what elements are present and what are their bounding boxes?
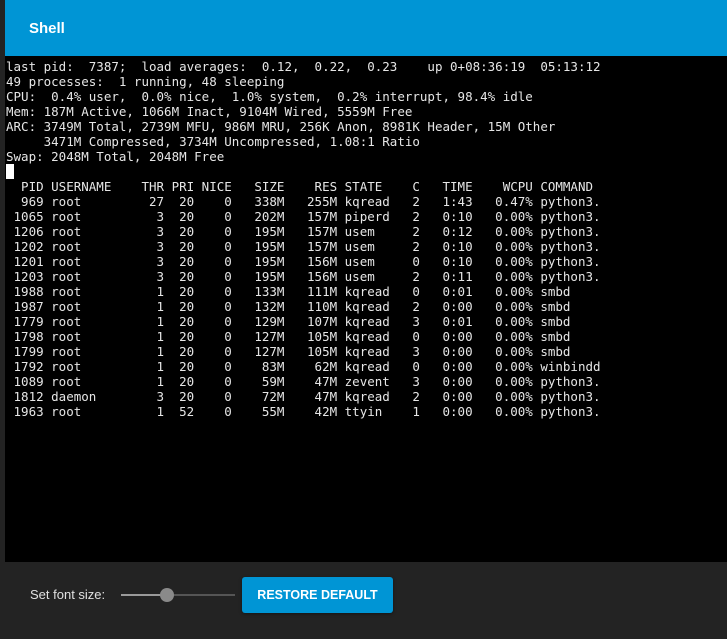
process-row: 1089 root 1 20 0 59M 47M zevent 3 0:00 0… (6, 374, 601, 389)
terminal-line-processes: 49 processes: 1 running, 48 sleeping (6, 74, 285, 89)
terminal-prompt-line[interactable] (6, 164, 727, 179)
terminal-line-cpu: CPU: 0.4% user, 0.0% nice, 1.0% system, … (6, 89, 533, 104)
process-row: 1963 root 1 52 0 55M 42M ttyin 1 0:00 0.… (6, 404, 601, 419)
terminal-line-arc: ARC: 3749M Total, 2739M MFU, 986M MRU, 2… (6, 119, 556, 134)
font-size-slider[interactable] (121, 586, 235, 604)
page-title: Shell (29, 19, 65, 37)
process-row: 1987 root 1 20 0 132M 110M kqread 2 0:00… (6, 299, 571, 314)
process-row: 1812 daemon 3 20 0 72M 47M kqread 2 0:00… (6, 389, 601, 404)
process-row: 969 root 27 20 0 338M 255M kqread 2 1:43… (6, 194, 601, 209)
shell-footer: Set font size: RESTORE DEFAULT (0, 562, 727, 639)
process-row: 1203 root 3 20 0 195M 156M usem 2 0:11 0… (6, 269, 601, 284)
process-row: 1201 root 3 20 0 195M 156M usem 0 0:10 0… (6, 254, 601, 269)
font-size-label: Set font size: (30, 587, 106, 602)
process-row: 1202 root 3 20 0 195M 157M usem 2 0:10 0… (6, 239, 601, 254)
process-row: 1065 root 3 20 0 202M 157M piperd 2 0:10… (6, 209, 601, 224)
terminal-line-load: last pid: 7387; load averages: 0.12, 0.2… (6, 59, 601, 74)
process-row: 1792 root 1 20 0 83M 62M kqread 0 0:00 0… (6, 359, 601, 374)
process-table: 969 root 27 20 0 338M 255M kqread 2 1:43… (6, 194, 727, 419)
process-row: 1798 root 1 20 0 127M 105M kqread 0 0:00… (6, 329, 571, 344)
process-table-header: PID USERNAME THR PRI NICE SIZE RES STATE… (6, 179, 593, 194)
process-row: 1206 root 3 20 0 195M 157M usem 2 0:12 0… (6, 224, 601, 239)
terminal[interactable]: last pid: 7387; load averages: 0.12, 0.2… (5, 56, 727, 562)
terminal-cursor (6, 164, 14, 179)
terminal-line-swap: Swap: 2048M Total, 2048M Free (6, 149, 225, 164)
terminal-line-mem: Mem: 187M Active, 1066M Inact, 9104M Wir… (6, 104, 413, 119)
shell-header: Shell (5, 0, 727, 56)
process-row: 1799 root 1 20 0 127M 105M kqread 3 0:00… (6, 344, 571, 359)
process-row: 1779 root 1 20 0 129M 107M kqread 3 0:01… (6, 314, 571, 329)
process-row: 1988 root 1 20 0 133M 111M kqread 0 0:01… (6, 284, 571, 299)
terminal-line-arc-compression: 3471M Compressed, 3734M Uncompressed, 1.… (6, 134, 420, 149)
restore-default-button[interactable]: RESTORE DEFAULT (242, 577, 393, 613)
slider-thumb[interactable] (159, 588, 174, 602)
